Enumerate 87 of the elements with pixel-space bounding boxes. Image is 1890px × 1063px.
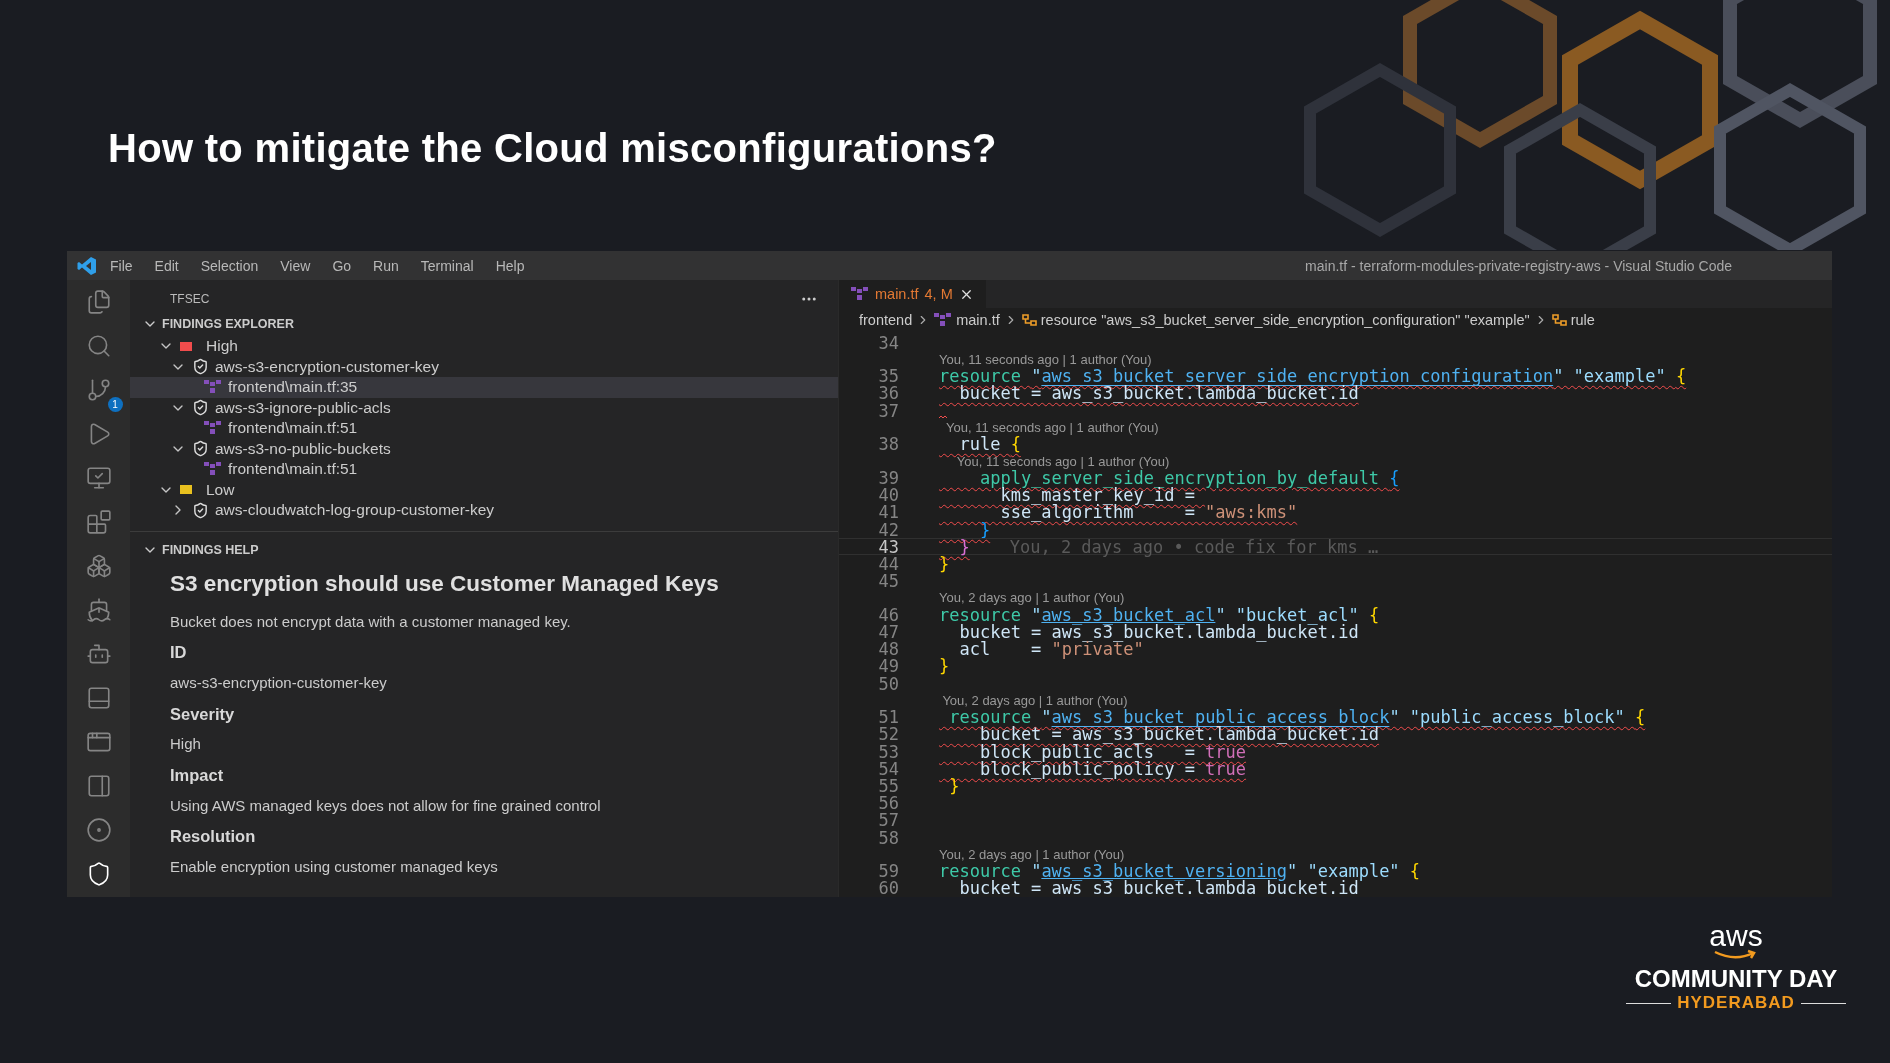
code-line: } xyxy=(958,536,970,557)
code-lens[interactable]: You, 2 days ago | 1 author (You) xyxy=(939,846,1125,862)
code-line: } xyxy=(948,775,960,796)
tree-item[interactable]: frontend\main.tf:51 xyxy=(130,459,838,480)
section-title: FINDINGS HELP xyxy=(162,542,259,557)
breadcrumb-item[interactable]: frontend xyxy=(859,312,913,328)
tree-item[interactable]: High xyxy=(130,336,838,357)
monitor-icon[interactable] xyxy=(85,465,112,491)
logo-title: COMMUNITY DAY xyxy=(1634,965,1838,993)
section-label: Impact xyxy=(170,765,225,786)
blocks-icon[interactable] xyxy=(85,509,112,535)
section-label: ID xyxy=(170,642,188,664)
shield-icon xyxy=(192,399,209,417)
tree-item[interactable]: frontend\main.tf:35 xyxy=(130,377,838,398)
tree-item[interactable]: aws-s3-ignore-public-acls xyxy=(130,397,838,418)
code-lens[interactable]: You, 11 seconds ago | 1 author (You) xyxy=(939,453,1170,469)
shield-icon xyxy=(192,440,209,458)
side-panel-icon[interactable] xyxy=(85,773,112,799)
menu-item[interactable]: Selection xyxy=(191,255,268,276)
symbol-icon xyxy=(1551,313,1567,327)
code-lens[interactable]: You, 2 days ago | 1 author (You) xyxy=(939,590,1125,606)
section-value: High xyxy=(170,734,202,755)
code-line: } xyxy=(939,656,950,677)
code-lens[interactable]: You, 11 seconds ago | 1 author (You) xyxy=(939,351,1152,367)
line-number: 45 xyxy=(877,571,899,592)
code-line: apply_server_side_encryption_by_default { xyxy=(978,468,1400,488)
branch-icon[interactable] xyxy=(85,377,112,403)
finding-heading: S3 encryption should use Customer Managed Keys xyxy=(170,569,720,597)
code-lens[interactable]: You, 11 seconds ago | 1 author (You) xyxy=(939,419,1159,435)
section-title: FINDINGS EXPLORER xyxy=(162,317,294,331)
count-badge: 1 xyxy=(107,397,123,412)
smile-arrow-icon xyxy=(1713,949,1759,961)
section-label: Resolution xyxy=(170,826,257,848)
cubes-icon xyxy=(851,287,869,301)
code-line: } xyxy=(978,519,991,540)
cubes-icon xyxy=(934,313,953,327)
app-logo-icon xyxy=(77,255,97,276)
menu-item[interactable]: Go xyxy=(323,255,361,276)
cubes-icon xyxy=(204,421,222,436)
tab-status: 4, M xyxy=(924,286,953,302)
panel-icon[interactable] xyxy=(85,685,112,711)
window-title: main.tf - terraform-modules-private-registry-aws - Visual Studio Code xyxy=(1305,257,1732,274)
slide-title: How to mitigate the Cloud misconfigurations? xyxy=(108,126,997,171)
logo-wordmark: aws xyxy=(1709,923,1763,949)
breadcrumb-item[interactable]: resource "aws_s3_bucket_server_side_encryption_configuration" "example" xyxy=(1040,312,1530,328)
code-lens[interactable]: You, 2 days ago | 1 author (You) xyxy=(939,692,1128,708)
shield-icon xyxy=(192,501,209,519)
cubes-icon xyxy=(204,380,222,395)
code-line: } xyxy=(939,553,950,574)
menu-item[interactable]: Help xyxy=(486,255,534,276)
files-icon[interactable] xyxy=(85,289,112,315)
inline-blame: You, 2 days ago • code fix for kms … xyxy=(1009,536,1379,557)
section-value: Enable encryption using customer managed keys xyxy=(170,857,499,878)
menu-item[interactable]: Terminal xyxy=(411,255,483,276)
editor-tab[interactable]: main.tf 4, M xyxy=(839,280,986,308)
line-number: 38 xyxy=(877,434,899,455)
cubes-icon[interactable] xyxy=(85,553,112,579)
code-line: acl = "private" xyxy=(958,639,1144,660)
section-label: Severity xyxy=(170,703,236,725)
menu-item[interactable]: Edit xyxy=(145,255,188,276)
code-line: rule { xyxy=(958,434,1021,455)
logo-subtitle: HYDERABAD xyxy=(1677,993,1795,1013)
line-number: 39 xyxy=(877,468,899,488)
code-line: block_public_acls = true xyxy=(978,741,1247,762)
ship-icon[interactable] xyxy=(85,597,112,623)
circle-dot-icon[interactable] xyxy=(85,817,112,843)
section-header[interactable]: FINDINGS HELP xyxy=(130,537,838,562)
breadcrumb-item[interactable]: rule xyxy=(1570,312,1595,328)
finding-description: Bucket does not encrypt data with a customer managed key. xyxy=(170,611,572,632)
section-value: Using AWS managed keys does not allow for fine grained control xyxy=(170,795,602,816)
tab-label: main.tf xyxy=(875,286,919,302)
tree-item[interactable]: Low xyxy=(130,479,838,500)
cubes-icon xyxy=(204,462,222,477)
tree-item[interactable]: aws-s3-no-public-buckets xyxy=(130,438,838,459)
line-number: 34 xyxy=(877,332,899,353)
panel-title: TFSEC xyxy=(170,292,210,306)
symbol-icon xyxy=(1021,313,1037,327)
menu-item[interactable]: Run xyxy=(364,255,408,276)
tree-item[interactable]: aws-cloudwatch-log-group-customer-key xyxy=(130,500,838,521)
menu-item[interactable]: View xyxy=(271,255,320,276)
breadcrumb-item[interactable]: main.tf xyxy=(956,312,1000,328)
section-header[interactable]: FINDINGS EXPLORER xyxy=(130,312,838,336)
section-value: aws-s3-encryption-customer-key xyxy=(170,672,388,693)
menu-item[interactable]: File xyxy=(101,255,142,276)
shield-icon xyxy=(192,358,209,376)
tree-item[interactable]: frontend\main.tf:51 xyxy=(130,418,838,439)
tree-item[interactable]: aws-s3-encryption-customer-key xyxy=(130,356,838,377)
